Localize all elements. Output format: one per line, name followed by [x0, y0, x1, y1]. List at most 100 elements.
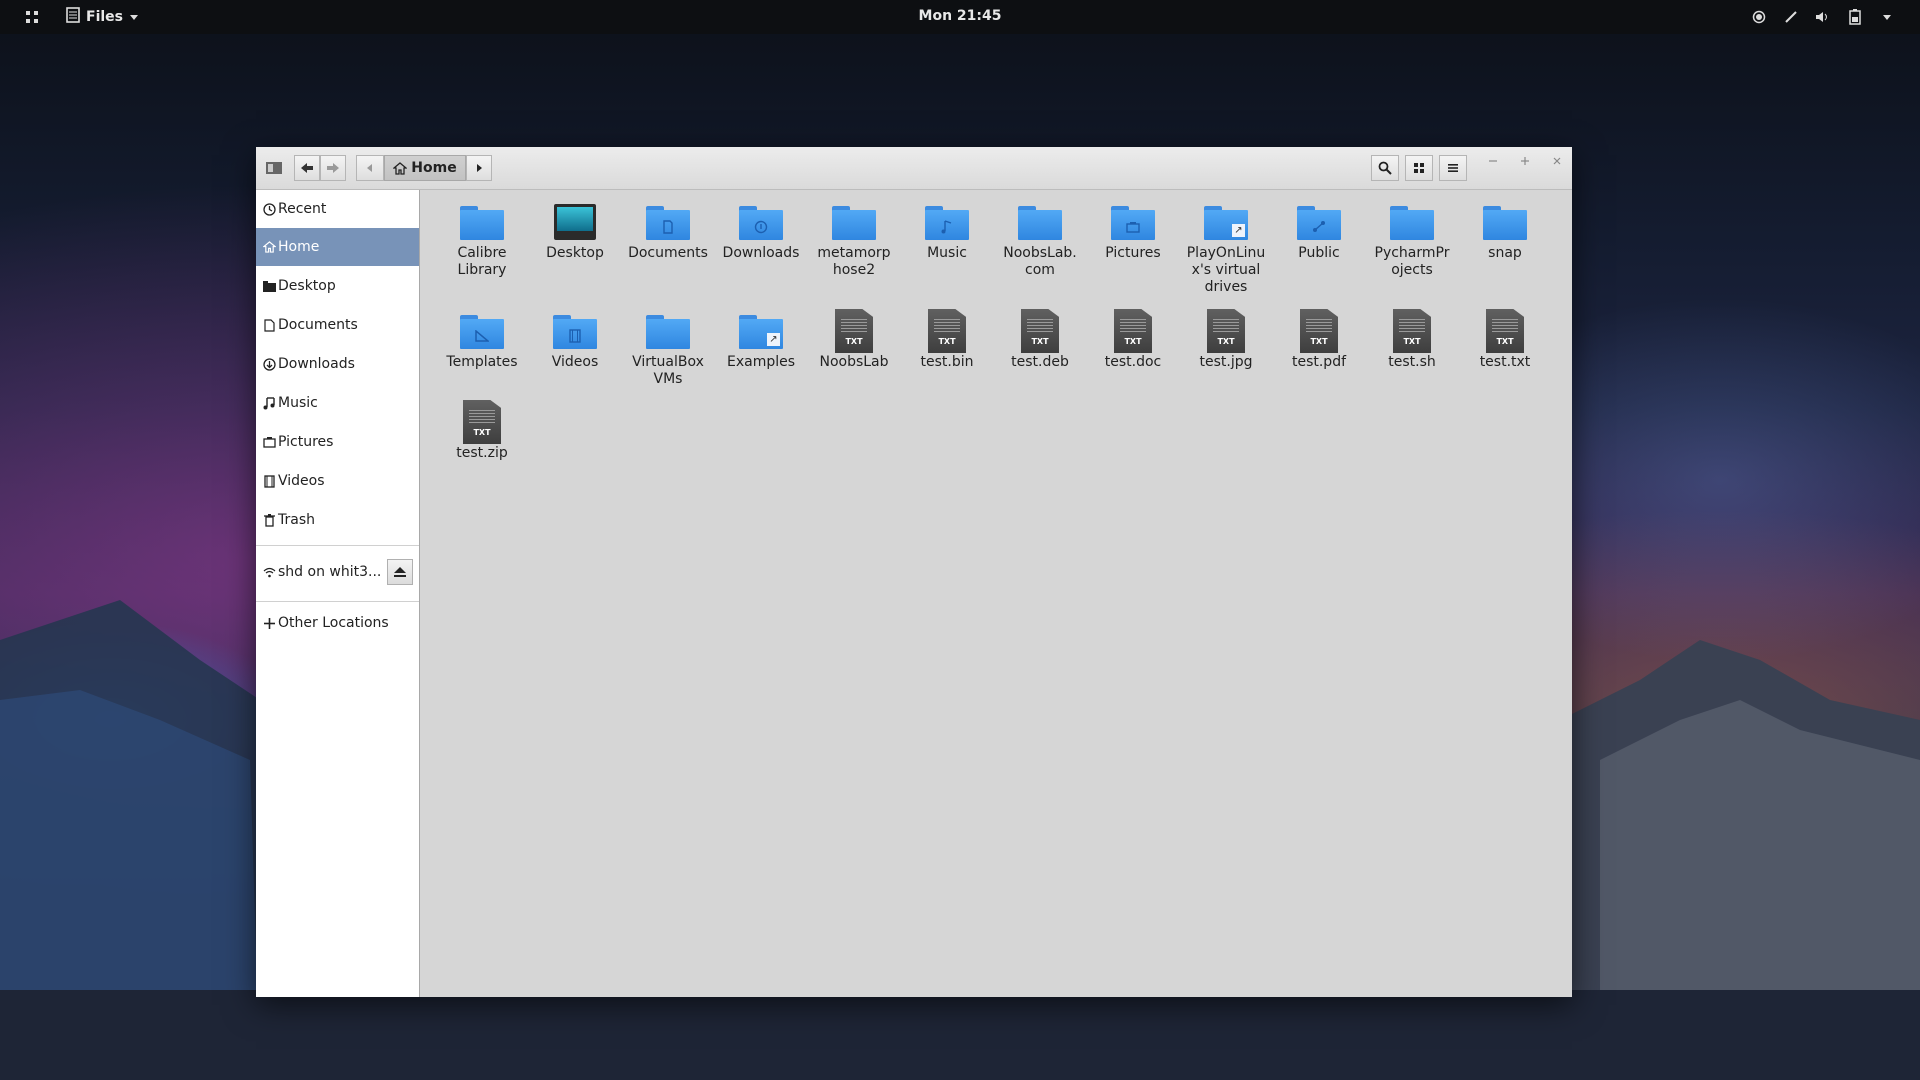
file-name-label: test.deb: [1011, 354, 1069, 370]
wifi-icon: [262, 565, 276, 579]
sidebar-item-trash[interactable]: Trash: [256, 501, 419, 539]
folder-item-metamorphose2[interactable]: metamorp hose2: [809, 200, 899, 279]
app-grid-icon[interactable]: [24, 9, 40, 25]
file-item-test-doc[interactable]: TXT test.doc: [1088, 309, 1178, 371]
sidebar-item-downloads[interactable]: Downloads: [256, 345, 419, 383]
menu-button[interactable]: [1439, 155, 1467, 181]
record-icon[interactable]: [1750, 8, 1768, 26]
music-note-icon: [262, 396, 276, 410]
eject-button[interactable]: [387, 559, 413, 585]
file-name-label: Videos: [551, 354, 599, 370]
file-name-label: test.pdf: [1291, 354, 1347, 370]
pen-icon[interactable]: [1782, 8, 1800, 26]
file-type-badge: TXT: [1403, 337, 1421, 346]
folder-item-desktop[interactable]: Desktop: [530, 200, 620, 262]
chevron-left-icon: [367, 164, 372, 172]
file-item-test-jpg[interactable]: TXT test.jpg: [1181, 309, 1271, 371]
sidebar-item-label: Pictures: [278, 434, 334, 450]
file-type-badge: TXT: [1031, 337, 1049, 346]
home-icon: [393, 161, 408, 175]
clock[interactable]: Mon 21:45: [900, 8, 1020, 24]
folder-item-noobslab-com[interactable]: NoobsLab. com: [995, 200, 1085, 279]
file-item-test-sh[interactable]: TXT test.sh: [1367, 309, 1457, 371]
folder-icon: [830, 200, 878, 242]
file-item-test-bin[interactable]: TXT test.bin: [902, 309, 992, 371]
sidebar-divider: [256, 601, 419, 602]
folder-item-music[interactable]: Music: [902, 200, 992, 262]
sidebar-item-label: Documents: [278, 317, 358, 333]
folder-item-templates[interactable]: Templates: [437, 309, 527, 371]
sidebar-item-music[interactable]: Music: [256, 384, 419, 422]
picture-icon: [262, 435, 276, 449]
view-grid-button[interactable]: [1405, 155, 1433, 181]
folder-item-pictures[interactable]: Pictures: [1088, 200, 1178, 262]
folder-item-playonlinux-s-virtualdrives[interactable]: ↗ PlayOnLinu x's virtual drives: [1181, 200, 1271, 296]
file-item-test-deb[interactable]: TXT test.deb: [995, 309, 1085, 371]
sidebar-item-network-share[interactable]: shd on whit3...: [256, 549, 419, 595]
sidebar-item-other-locations[interactable]: Other Locations: [256, 603, 419, 643]
breadcrumb-home[interactable]: Home: [384, 155, 466, 181]
folder-item-downloads[interactable]: Downloads: [716, 200, 806, 262]
sidebar-item-desktop[interactable]: Desktop: [256, 267, 419, 305]
sidebar-item-videos[interactable]: Videos: [256, 462, 419, 500]
battery-icon[interactable]: [1846, 8, 1864, 26]
hamburger-icon: [1448, 164, 1458, 172]
sidebar-item-label: shd on whit3...: [278, 564, 382, 580]
folder-item-videos[interactable]: Videos: [530, 309, 620, 371]
folder-icon: [923, 200, 971, 242]
folder-item-calibrelibrary[interactable]: Calibre Library: [437, 200, 527, 279]
file-name-label: test.zip: [456, 445, 508, 461]
maximize-icon[interactable]: [1520, 155, 1530, 170]
sidebar-toggle-button[interactable]: [261, 155, 287, 181]
minimize-icon[interactable]: [1488, 155, 1498, 170]
sidebar-item-label: Videos: [278, 473, 325, 489]
text-file-icon: TXT: [1016, 309, 1064, 353]
folder-icon: ↗: [737, 309, 785, 351]
file-name-label: snap: [1488, 245, 1522, 261]
folder-icon: [644, 309, 692, 351]
file-type-badge: TXT: [938, 337, 956, 346]
close-icon[interactable]: [1552, 155, 1562, 170]
sidebar-item-label: Other Locations: [278, 615, 389, 631]
folder-item-snap[interactable]: snap: [1460, 200, 1550, 262]
file-name-label: NoobsLab. com: [1003, 245, 1077, 278]
folder-icon: [1109, 200, 1157, 242]
file-item-test-txt[interactable]: TXT test.txt: [1460, 309, 1550, 371]
file-type-badge: TXT: [845, 337, 863, 346]
search-button[interactable]: [1371, 155, 1399, 181]
volume-icon[interactable]: [1814, 8, 1832, 26]
sidebar-item-recent[interactable]: Recent: [256, 190, 419, 228]
folder-item-virtualboxvms[interactable]: VirtualBox VMs: [623, 309, 713, 388]
sidebar-item-label: Home: [278, 239, 320, 255]
folder-item-public[interactable]: Public: [1274, 200, 1364, 262]
arrow-right-icon: [327, 163, 339, 173]
grid-icon: [1414, 163, 1424, 173]
sidebar-item-documents[interactable]: Documents: [256, 306, 419, 344]
sidebar-item-home[interactable]: Home: [256, 228, 419, 266]
folder-item-examples[interactable]: ↗ Examples: [716, 309, 806, 371]
file-name-label: test.jpg: [1199, 354, 1253, 370]
sidebar-item-pictures[interactable]: Pictures: [256, 423, 419, 461]
back-button[interactable]: [294, 155, 320, 181]
top-panel: Files Mon 21:45: [0, 0, 1920, 34]
chevron-down-icon[interactable]: [1878, 8, 1896, 26]
folder-item-documents[interactable]: Documents: [623, 200, 713, 262]
folder-item-pycharmprojects[interactable]: PycharmPr ojects: [1367, 200, 1457, 279]
file-name-label: Music: [927, 245, 967, 261]
sidebar-item-label: Trash: [278, 512, 315, 528]
file-name-label: Desktop: [546, 245, 604, 261]
path-scroll-right-button[interactable]: [466, 155, 492, 181]
file-name-label: VirtualBox VMs: [632, 354, 704, 387]
files-app-icon: [66, 7, 80, 27]
folder-icon: [1388, 200, 1436, 242]
text-file-icon: TXT: [830, 309, 878, 353]
app-menu-button[interactable]: Files: [66, 6, 139, 28]
path-scroll-left-button[interactable]: [356, 155, 384, 181]
file-item-test-zip[interactable]: TXT test.zip: [437, 400, 527, 462]
home-icon: [262, 240, 276, 254]
file-item-test-pdf[interactable]: TXT test.pdf: [1274, 309, 1364, 371]
file-name-label: Pictures: [1105, 245, 1161, 261]
file-name-label: Documents: [628, 245, 708, 261]
forward-button[interactable]: [320, 155, 346, 181]
file-item-noobslab[interactable]: TXT NoobsLab: [809, 309, 899, 371]
